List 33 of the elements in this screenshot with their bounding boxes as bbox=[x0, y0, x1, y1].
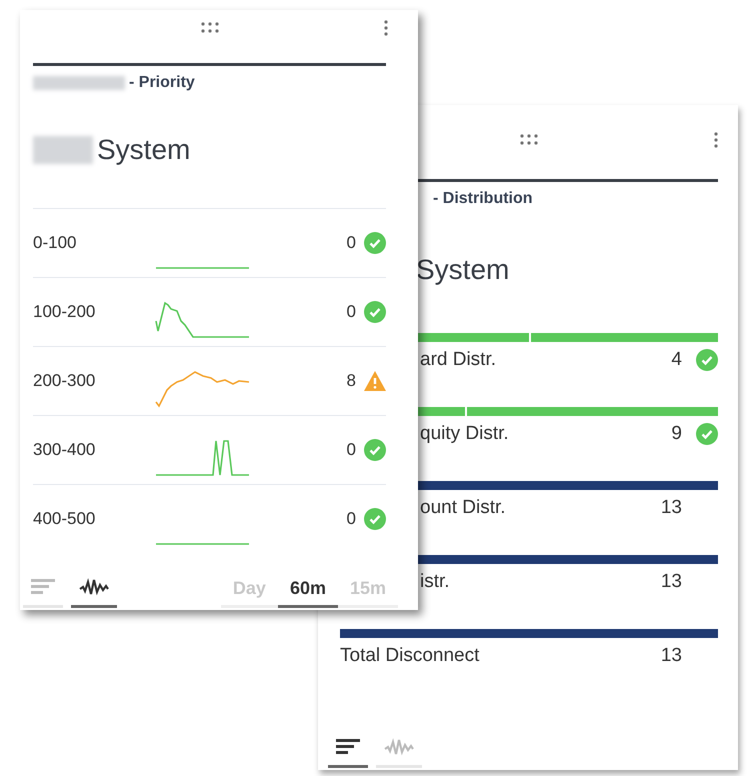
lines-icon bbox=[336, 737, 360, 757]
drag-handle-icon[interactable] bbox=[200, 22, 218, 34]
row-label: 400-500 bbox=[33, 509, 96, 529]
row-label: ount Distr. bbox=[420, 497, 506, 519]
lines-icon bbox=[31, 577, 55, 597]
card-subtitle: - Priority bbox=[129, 74, 195, 92]
waveform-icon bbox=[79, 577, 109, 597]
row-count: 4 bbox=[671, 349, 682, 371]
card-title: System bbox=[416, 254, 510, 286]
row-count: 0 bbox=[346, 440, 356, 460]
row-label: quity Distr. bbox=[420, 423, 509, 445]
row-label: 0-100 bbox=[33, 233, 78, 253]
row-count: 13 bbox=[660, 497, 682, 519]
row-label: ard Distr. bbox=[420, 349, 496, 371]
row-label: 300-400 bbox=[33, 440, 96, 460]
row-count: 13 bbox=[660, 571, 682, 593]
row-count: 0 bbox=[346, 233, 356, 253]
more-menu-icon[interactable] bbox=[384, 20, 388, 36]
time-range-tab[interactable]: 60m bbox=[278, 572, 338, 608]
row-label: istr. bbox=[420, 571, 450, 593]
drag-handle-icon[interactable] bbox=[520, 134, 538, 146]
card-subtitle: - Distribution bbox=[433, 190, 533, 208]
row-count: 8 bbox=[346, 371, 356, 391]
waveform-icon bbox=[384, 737, 414, 757]
row-count: 0 bbox=[346, 302, 356, 322]
more-menu-icon[interactable] bbox=[714, 132, 718, 148]
row-label: 200-300 bbox=[33, 371, 96, 391]
row-label: 100-200 bbox=[33, 302, 96, 322]
row-label: Total Disconnect bbox=[340, 645, 480, 667]
row-count: 0 bbox=[346, 509, 356, 529]
row-count: 13 bbox=[660, 645, 682, 667]
row-count: 9 bbox=[671, 423, 682, 445]
card-title: System bbox=[97, 134, 190, 166]
